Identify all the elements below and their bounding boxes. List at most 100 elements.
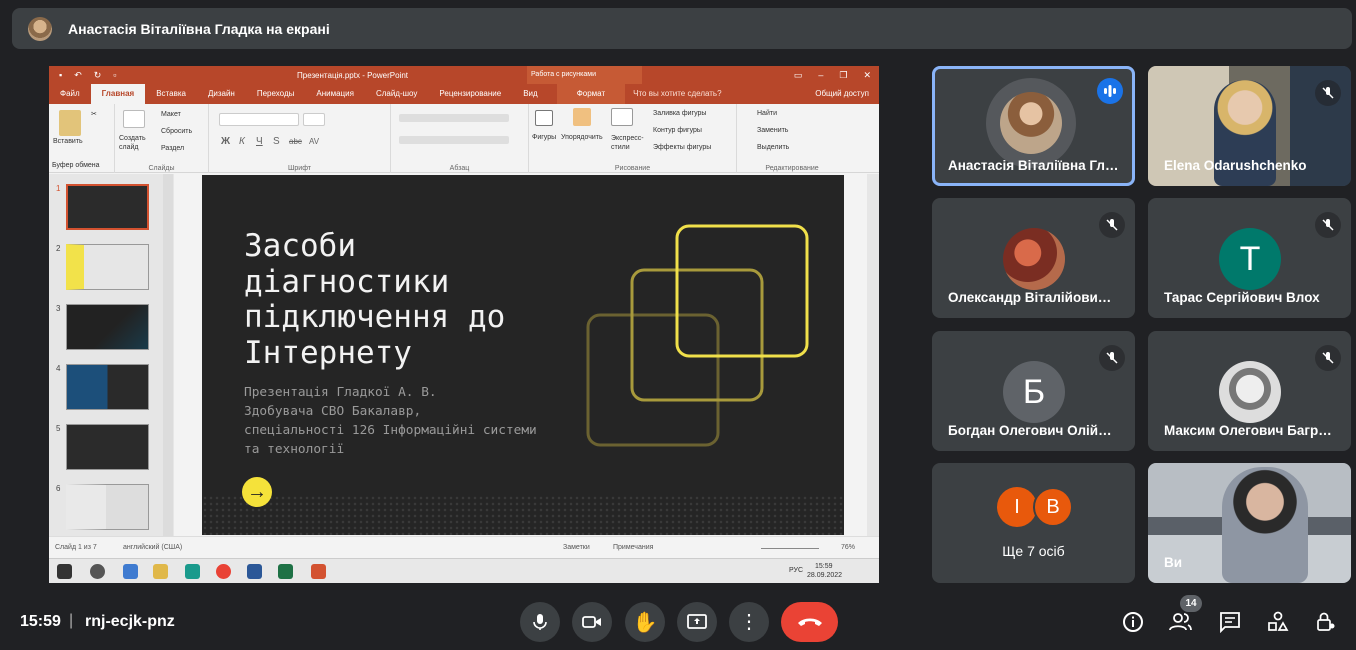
host-controls-button[interactable] (1313, 609, 1339, 635)
presenter-avatar (28, 16, 52, 41)
participant-name: Тарас Сергійович Влох (1164, 290, 1320, 305)
thumb-number: 5 (56, 424, 61, 433)
people-button[interactable] (1168, 609, 1194, 635)
slide-counter: Слайд 1 из 7 (55, 544, 97, 551)
squares-graphic (586, 224, 809, 447)
tab-view: Вид (523, 89, 538, 98)
camera-button[interactable] (572, 602, 612, 642)
save-icon: ▪ (59, 69, 63, 80)
ppt-tabs: Файл Главная Вставка Дизайн Переходы Ани… (49, 84, 879, 104)
thumbnail-5 (66, 424, 149, 470)
thumb-number: 3 (56, 304, 61, 313)
strike-button: abc (289, 137, 302, 146)
mic-off-icon (1315, 345, 1341, 371)
thumbnail-6 (66, 484, 149, 530)
tab-transitions: Переходы (256, 89, 295, 98)
participant-tile[interactable]: Elena Odarushchenko (1148, 66, 1351, 186)
participant-name: Анастасія Віталіївна Гл… (948, 158, 1119, 173)
ppt-window-title: Презентація.pptx - PowerPoint (297, 70, 408, 80)
section-label: Раздел (161, 145, 185, 152)
end-call-button[interactable] (781, 602, 838, 642)
ppt-ribbon: Вставить ✂ Буфер обмена Создать слайд Ма… (49, 104, 879, 173)
shared-screen[interactable]: ▪ ↶ ↻ ▫ Презентація.pptx - PowerPoint Работ… (49, 66, 879, 583)
word-icon (247, 564, 262, 579)
activities-button[interactable] (1265, 609, 1291, 635)
app-icon (185, 564, 200, 579)
self-silhouette (1222, 467, 1308, 583)
avatar (1003, 228, 1065, 290)
avatar: В (1033, 487, 1073, 527)
camera-icon (582, 616, 601, 628)
meeting-code: rnj-ecjk-pnz (85, 613, 175, 630)
meeting-info-button[interactable] (1120, 609, 1146, 635)
minimize-icon: – (818, 69, 824, 80)
windows-taskbar: РУС 15:59 28.09.2022 (49, 558, 879, 583)
paste-icon (59, 110, 81, 136)
raise-hand-button[interactable]: ✋ (625, 602, 665, 642)
thumbnail-3 (66, 304, 149, 350)
windows-start-icon (57, 564, 72, 579)
search-icon (90, 564, 105, 579)
mic-off-icon (1099, 345, 1125, 371)
close-icon: ✕ (863, 69, 871, 80)
drawing-label: Рисование (614, 165, 651, 172)
divider: | (69, 612, 74, 629)
notes-label: Заметки (563, 544, 590, 551)
tab-home: Главная (90, 84, 146, 104)
more-vert-icon: ⋮ (739, 611, 759, 633)
microphone-button[interactable] (520, 602, 560, 642)
self-tile[interactable]: Ви (1148, 463, 1351, 583)
spacing-button: AV (309, 137, 320, 146)
more-options-button[interactable]: ⋮ (729, 602, 769, 642)
participant-tile[interactable]: Б Богдан Олегович Олій… (932, 331, 1135, 451)
thumbnail-2 (66, 244, 149, 290)
more-label: Ще 7 осіб (1002, 543, 1065, 559)
chat-button[interactable] (1217, 609, 1243, 635)
tab-design: Дизайн (207, 89, 235, 98)
shapes-label: Фигуры (532, 134, 557, 141)
ppt-statusbar: Слайд 1 из 7 английский (США) Заметки Пр… (49, 536, 879, 558)
mic-off-icon (1315, 80, 1341, 106)
group-font: Ж К Ч S abc AV Шрифт (209, 104, 391, 173)
font-name-box (219, 113, 299, 126)
tab-format: Формат (556, 84, 626, 104)
group-editing: Найти Заменить Выделить Редактирование (737, 104, 847, 173)
avatar: Б (1003, 361, 1065, 423)
redo-icon: ↻ (93, 69, 102, 80)
participant-tile[interactable]: Максим Олегович Багр… (1148, 331, 1351, 451)
more-participants-tile[interactable]: І В Ще 7 осіб (932, 463, 1135, 583)
explorer-icon (153, 564, 168, 579)
slides-label: Слайды (148, 165, 175, 172)
participant-tile[interactable]: Олександр Віталійови… (932, 198, 1135, 318)
tell-me: Что вы хотите сделать? (633, 89, 722, 98)
ppt-titlebar: ▪ ↶ ↻ ▫ Презентація.pptx - PowerPoint Работ… (49, 66, 879, 84)
participant-name: Максим Олегович Багр… (1164, 423, 1332, 438)
font-label: Шрифт (287, 165, 312, 172)
participant-name: Ви (1164, 555, 1183, 570)
arrange-icon (573, 108, 591, 126)
slide-canvas: Засоби діагностики підключення до Інтерн… (202, 175, 844, 535)
group-slides: Создать слайд Макет Сбросить Раздел Слай… (115, 104, 209, 173)
tray-date: 28.09.2022 (807, 572, 843, 579)
participant-tile[interactable]: Анастасія Віталіївна Гл… (932, 66, 1135, 186)
clipboard-label: Буфер обмена (52, 162, 100, 169)
meeting-time: 15:59 (20, 613, 61, 630)
tray-time: 15:59 (815, 563, 833, 570)
layout-label: Макет (161, 111, 181, 118)
thumb-number: 1 (56, 184, 61, 193)
chat-icon (1220, 612, 1240, 633)
hand-icon: ✋ (632, 611, 658, 634)
speaking-icon (1097, 78, 1123, 104)
group-paragraph: Абзац (391, 104, 529, 173)
mic-off-icon (1315, 212, 1341, 238)
undo-icon: ↶ (74, 69, 82, 80)
participant-tile[interactable]: T Тарас Сергійович Влох (1148, 198, 1351, 318)
present-button[interactable] (677, 602, 717, 642)
language-label: английский (США) (123, 544, 183, 551)
tab-slideshow: Слайд-шоу (375, 89, 418, 98)
find-label: Найти (757, 110, 777, 117)
avatar (1000, 92, 1062, 154)
align-buttons (399, 136, 509, 144)
activities-icon (1268, 611, 1289, 631)
maximize-icon: ❐ (839, 69, 848, 80)
